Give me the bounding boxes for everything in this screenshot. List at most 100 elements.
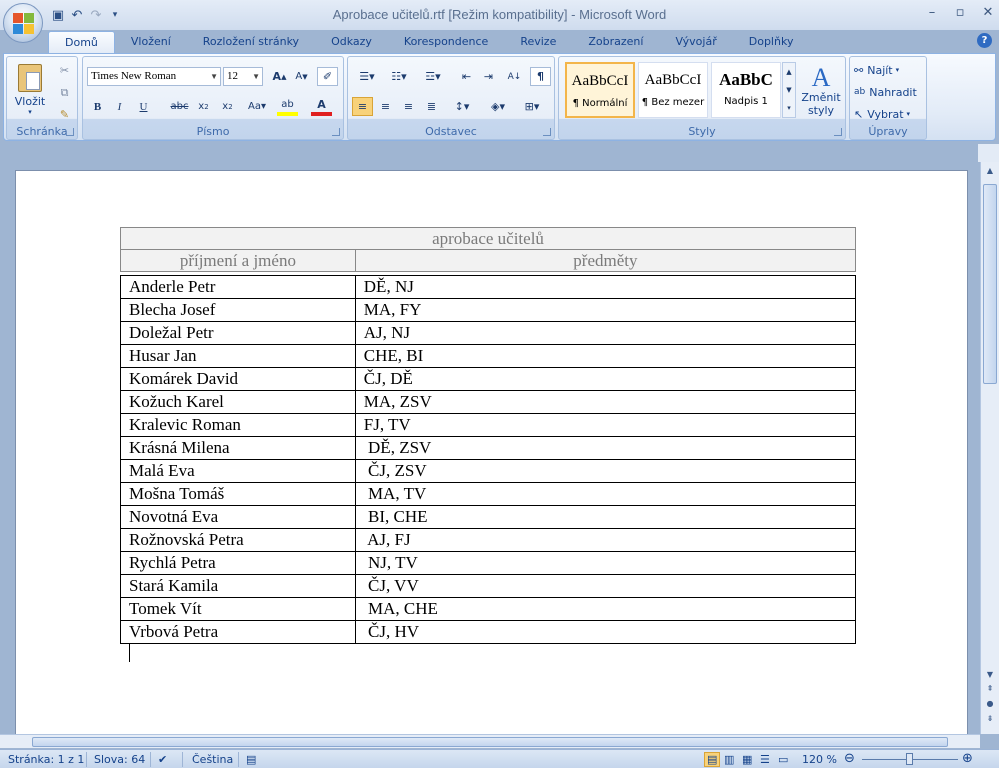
previous-page-icon[interactable]: ⇞ (984, 684, 996, 693)
justify-icon[interactable]: ≣ (421, 97, 442, 116)
shading-icon[interactable]: ◈▾ (484, 97, 512, 116)
line-spacing-icon[interactable]: ↕▾ (448, 97, 476, 116)
grow-font-icon[interactable]: A ▲ (269, 67, 290, 86)
subjects-cell[interactable]: MA, ZSV (354, 390, 857, 414)
tab-page-layout[interactable]: Rozložení stránky (187, 31, 315, 53)
zoom-out-icon[interactable]: ⊖ (844, 751, 855, 766)
tab-view[interactable]: Zobrazení (572, 31, 659, 53)
styles-dialog-launcher[interactable] (834, 128, 842, 136)
next-page-icon[interactable]: ⇟ (984, 714, 996, 723)
view-ruler-toggle[interactable] (978, 144, 999, 162)
font-name-combo[interactable]: Times New Roman ▼ (87, 67, 221, 86)
replace-button[interactable]: ab Nahradit (854, 83, 917, 101)
teacher-name-cell[interactable]: Tomek Vít (120, 597, 356, 621)
horizontal-scrollbar[interactable] (0, 734, 980, 748)
language-indicator[interactable]: Čeština (192, 753, 233, 766)
tab-references[interactable]: Odkazy (315, 31, 388, 53)
italic-icon[interactable]: I (109, 97, 130, 116)
scroll-down-icon[interactable]: ▼ (984, 670, 996, 679)
close-icon[interactable]: ✕ (981, 5, 995, 20)
tab-mailings[interactable]: Korespondence (388, 31, 504, 53)
minimize-icon[interactable]: – (925, 5, 939, 20)
vertical-scrollbar[interactable]: ▲ ▼ ⇞ ● ⇟ (980, 162, 999, 734)
subjects-cell[interactable]: ČJ, DĚ (354, 367, 857, 391)
tab-addins[interactable]: Doplňky (733, 31, 810, 53)
show-marks-icon[interactable]: ¶ (530, 67, 551, 86)
clipboard-dialog-launcher[interactable] (66, 128, 74, 136)
web-layout-icon[interactable]: ▦ (742, 753, 752, 766)
teacher-name-cell[interactable]: Rožnovská Petra (120, 528, 356, 552)
full-screen-reading-icon[interactable]: ▥ (724, 753, 734, 766)
paragraph-dialog-launcher[interactable] (543, 128, 551, 136)
outline-icon[interactable]: ☰ (760, 753, 770, 766)
paste-button[interactable]: Vložit ▾ (11, 60, 49, 120)
more-icon[interactable]: ▾ (787, 104, 791, 112)
scroll-up-icon[interactable]: ▲ (984, 166, 996, 175)
teacher-name-cell[interactable]: Novotná Eva (120, 505, 356, 529)
teacher-name-cell[interactable]: Kralevic Roman (120, 413, 356, 437)
font-color-icon[interactable]: A (311, 97, 332, 116)
maximize-icon[interactable]: ▫ (953, 5, 967, 20)
font-size-combo[interactable]: 12 ▼ (223, 67, 263, 86)
teacher-name-cell[interactable]: Anderle Petr (120, 275, 356, 299)
align-center-icon[interactable]: ≡ (375, 97, 396, 116)
office-button[interactable] (3, 3, 43, 43)
shrink-font-icon[interactable]: A ▼ (291, 67, 312, 86)
style-normal[interactable]: AaBbCcI ¶ Normální (565, 62, 635, 118)
sort-icon[interactable]: A↓ (504, 67, 525, 86)
bold-icon[interactable]: B (87, 97, 108, 116)
proofing-icon[interactable]: ✔ (158, 753, 167, 766)
subjects-cell[interactable]: CHE, BI (354, 344, 857, 368)
format-painter-icon[interactable]: ✎ (54, 105, 75, 124)
teacher-name-cell[interactable]: Komárek David (120, 367, 356, 391)
horizontal-scroll-thumb[interactable] (32, 737, 948, 747)
teachers-table[interactable]: aprobace učitelů příjmení a jméno předmě… (120, 227, 857, 644)
subjects-cell[interactable]: MA, TV (354, 482, 857, 506)
teacher-name-cell[interactable]: Krásná Milena (120, 436, 356, 460)
style-no-spacing[interactable]: AaBbCcI ¶ Bez mezer (638, 62, 708, 118)
teacher-name-cell[interactable]: Kožuch Karel (120, 390, 356, 414)
cut-icon[interactable]: ✂ (54, 61, 75, 80)
strikethrough-icon[interactable]: abc (169, 97, 190, 116)
subjects-cell[interactable]: ČJ, HV (354, 620, 857, 644)
print-layout-icon[interactable]: ▤ (704, 752, 721, 767)
tab-home[interactable]: Domů (48, 31, 115, 53)
subjects-cell[interactable]: BI, CHE (354, 505, 857, 529)
zoom-level[interactable]: 120 % (802, 753, 837, 766)
tab-developer[interactable]: Vývojář (659, 31, 732, 53)
browse-object-icon[interactable]: ● (984, 699, 996, 708)
style-heading-1[interactable]: AaBbC Nadpis 1 (711, 62, 781, 118)
teacher-name-cell[interactable]: Mošna Tomáš (120, 482, 356, 506)
change-case-icon[interactable]: Aa▾ (243, 97, 271, 116)
superscript-icon[interactable]: x2 (217, 97, 238, 116)
subjects-cell[interactable]: NJ, TV (354, 551, 857, 575)
teacher-name-cell[interactable]: Malá Eva (120, 459, 356, 483)
numbering-icon[interactable]: ☷▾ (384, 67, 414, 86)
underline-icon[interactable]: U (133, 97, 154, 116)
word-count[interactable]: Slova: 64 (94, 753, 145, 766)
multilevel-list-icon[interactable]: ☲▾ (418, 67, 448, 86)
teacher-name-cell[interactable]: Stará Kamila (120, 574, 356, 598)
decrease-indent-icon[interactable]: ⇤ (456, 67, 477, 86)
select-button[interactable]: ↖ Vybrat ▾ (854, 105, 910, 123)
teacher-name-cell[interactable]: Doležal Petr (120, 321, 356, 345)
styles-scroll[interactable]: ▲ ▼ ▾ (782, 62, 796, 118)
subjects-cell[interactable]: DĚ, NJ (354, 275, 857, 299)
subjects-cell[interactable]: AJ, NJ (354, 321, 857, 345)
teacher-name-cell[interactable]: Rychlá Petra (120, 551, 356, 575)
vertical-scroll-thumb[interactable] (983, 184, 997, 384)
bullets-icon[interactable]: ☰▾ (352, 67, 382, 86)
borders-icon[interactable]: ⊞▾ (518, 97, 546, 116)
zoom-in-icon[interactable]: ⊕ (962, 751, 973, 766)
align-right-icon[interactable]: ≡ (398, 97, 419, 116)
highlight-icon[interactable]: ab (277, 97, 298, 116)
subjects-cell[interactable]: ČJ, ZSV (354, 459, 857, 483)
subjects-cell[interactable]: ČJ, VV (354, 574, 857, 598)
clear-formatting-icon[interactable]: ✐ (317, 67, 338, 86)
change-styles-button[interactable]: A Změnit styly (799, 61, 843, 121)
subjects-cell[interactable]: FJ, TV (354, 413, 857, 437)
align-left-icon[interactable]: ≡ (352, 97, 373, 116)
chevron-down-icon[interactable]: ▼ (786, 86, 791, 94)
macro-record-icon[interactable]: ▤ (246, 753, 256, 766)
increase-indent-icon[interactable]: ⇥ (478, 67, 499, 86)
